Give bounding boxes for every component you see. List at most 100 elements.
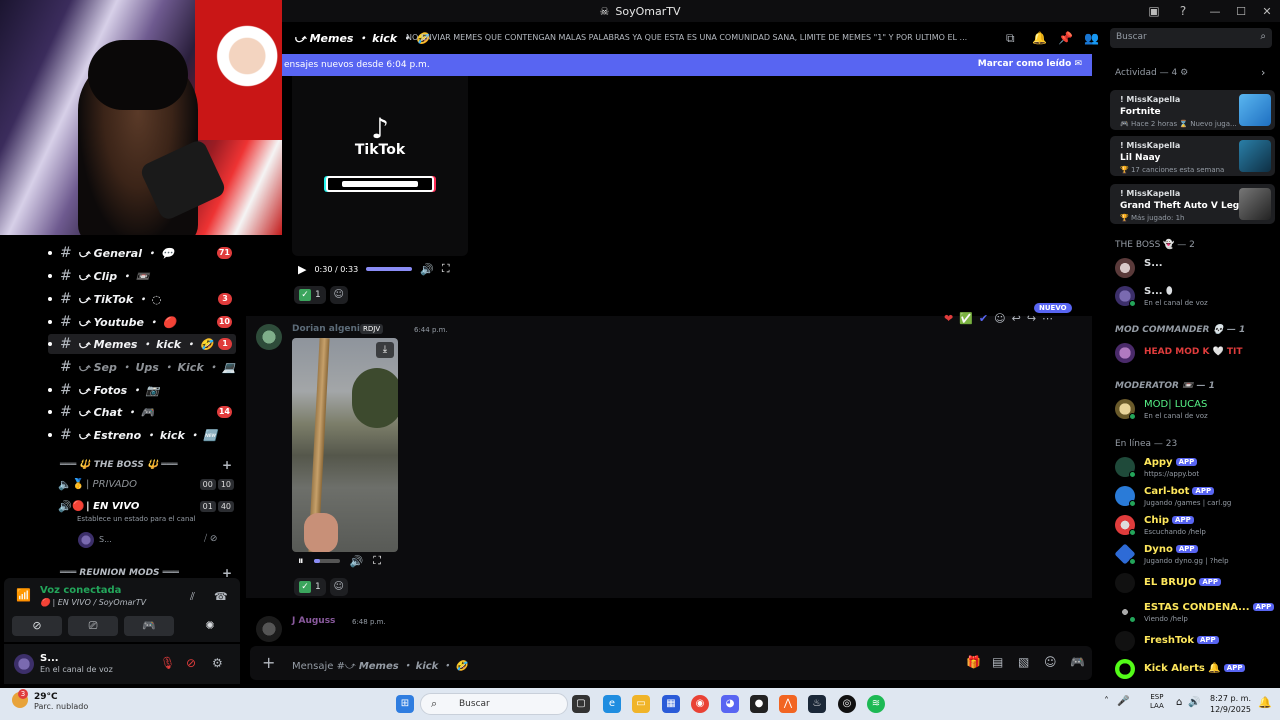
clock[interactable]: 8:27 p. m. 12/9/2025 [1210, 693, 1251, 715]
more-icon[interactable]: ⋯ [1042, 312, 1053, 325]
member-item[interactable]: EL BRUJO APP [1115, 571, 1277, 597]
volume-icon[interactable]: 🔊 [420, 263, 434, 276]
tiktok-embed[interactable]: ♪ TikTok [292, 76, 468, 256]
app-icon[interactable]: ⋀ [779, 695, 797, 713]
activity-button[interactable]: 🎮 [124, 616, 174, 636]
apps-icon[interactable]: 🎮 [1070, 655, 1085, 669]
voice-channel-path[interactable]: 🔴 | EN VIVO / SoyOmarTV [40, 598, 146, 607]
steam-icon[interactable]: ♨ [808, 695, 826, 713]
voice-channel-privado[interactable]: 🔈 🥇 | PRIVADO 00 10 [58, 475, 236, 493]
seek-bar[interactable] [366, 267, 413, 271]
forward-icon[interactable]: ↪ [1027, 312, 1036, 325]
emoji-icon[interactable]: ☺ [1044, 655, 1057, 669]
channel-clip[interactable]: # ⤻ Clip ・ 📼 [48, 266, 236, 286]
member-item[interactable]: S... [1115, 256, 1277, 282]
activity-card[interactable]: ! MissKapella Grand Theft Auto V Legacy … [1110, 184, 1275, 224]
obs-icon[interactable]: ● [750, 695, 768, 713]
screen-share-button[interactable]: ⎚ [68, 616, 118, 636]
disconnect-icon[interactable]: ☎ [214, 590, 228, 603]
language-indicator[interactable]: ESP LAA [1150, 693, 1164, 711]
pin-icon[interactable]: 📌 [1058, 31, 1073, 45]
voice-user-avatar[interactable] [78, 532, 94, 548]
channel-sep-ups[interactable]: # ⤻ Sep ・ Ups ・ Kick ・ 💻 [48, 357, 236, 377]
channel-general[interactable]: # ⤻ General ・ 💬 71 [48, 243, 236, 263]
download-icon[interactable]: ⤓ [376, 342, 394, 358]
channel-tiktok[interactable]: # ⤻ TikTok ・ ◌ 3 [48, 289, 236, 309]
member-item[interactable]: Chip APP Escuchando /help [1115, 513, 1277, 539]
category-the-boss[interactable]: ═══ 🔱 THE BOSS 🔱 ═══ + [60, 458, 232, 472]
store-icon[interactable]: ▦ [662, 695, 680, 713]
noise-suppression-icon[interactable]: ⫽ [190, 590, 195, 604]
activity-card[interactable]: ! MissKapella Lil Naay 🏆 17 canciones es… [1110, 136, 1275, 176]
notification-bell-icon[interactable]: 🔔 [1258, 696, 1272, 709]
voice-user-name[interactable]: S... [99, 535, 112, 544]
category-reunion-mods[interactable]: ═══ REUNION MODS ═══ + [60, 566, 232, 580]
member-item[interactable]: S... ⬮ En el canal de voz [1115, 284, 1277, 310]
fullscreen-icon[interactable]: ⛶ [373, 554, 381, 568]
reaction-check[interactable]: ✓ 1 [294, 578, 326, 596]
volume-icon[interactable]: 🔊 [350, 555, 364, 568]
chevron-up-icon[interactable]: ˄ [1104, 696, 1109, 707]
voice-channel-en-vivo[interactable]: 🔊 🔴 | EN VIVO 01 40 [58, 497, 236, 515]
chevron-right-icon[interactable]: › [1261, 66, 1265, 79]
status-hint[interactable]: Establece un estado para el canal [77, 515, 196, 523]
edge-icon[interactable]: e [603, 695, 621, 713]
add-reaction-icon[interactable]: ☺ [994, 312, 1005, 325]
search-input[interactable]: Buscar ⌕ [1110, 28, 1272, 48]
member-item[interactable]: Carl-bot APP Jugando /games | carl.gg [1115, 484, 1277, 510]
soundboard-button[interactable]: ✺ [180, 616, 240, 636]
add-reaction-icon[interactable]: ☺ [329, 286, 348, 304]
deafen-icon[interactable]: ⊘ [186, 656, 196, 670]
voice-status[interactable]: Voz conectada [40, 585, 121, 596]
channel-memes[interactable]: # ⤻ Memes ・ kick ・ 🤣 1 [48, 334, 236, 354]
verified-reaction-icon[interactable]: ✔ [979, 312, 988, 325]
minimize-button[interactable]: — [1202, 5, 1228, 18]
help-icon[interactable]: ? [1164, 4, 1202, 18]
reaction-check[interactable]: ✓ 1 [294, 286, 326, 304]
new-messages-bar[interactable]: ensajes nuevos desde 6:04 p.m. Marcar co… [282, 54, 1092, 76]
username[interactable]: S... [40, 653, 59, 664]
member-item[interactable]: HEAD MOD K 🤍 TIT [1115, 341, 1277, 367]
gif-icon[interactable]: ▤ [992, 655, 1003, 669]
close-button[interactable]: ✕ [1254, 5, 1280, 18]
author-name[interactable]: Dorian algenis [292, 324, 365, 334]
member-item[interactable]: MOD| LUCAS En el canal de voz [1115, 397, 1277, 423]
heart-reaction-icon[interactable]: ❤ [944, 312, 953, 325]
inbox-icon[interactable]: ▣ [1144, 4, 1164, 18]
weather-widget[interactable]: 29°C Parc. nublado [34, 692, 88, 711]
reply-icon[interactable]: ↩ [1012, 312, 1021, 325]
settings-gear-icon[interactable]: ⚙ [212, 656, 223, 670]
chrome-icon[interactable]: ◉ [691, 695, 709, 713]
play-icon[interactable]: ▶ [298, 263, 306, 276]
task-view-icon[interactable]: ▢ [572, 695, 590, 713]
author-avatar[interactable] [256, 324, 282, 350]
video-attachment[interactable]: ⤓ [292, 338, 398, 552]
settings-gear-icon[interactable]: ⚙ [1180, 68, 1188, 78]
mic-muted-icon[interactable]: 🎙 [160, 656, 175, 670]
message-input[interactable]: Mensaje #⤻ Memes ・ kick ・ 🤣 [292, 657, 468, 672]
member-item[interactable]: ESTAS CONDENA... APP Viendo /help [1115, 600, 1277, 626]
activity-card[interactable]: ! MissKapella Fortnite 🎮 Hace 2 horas ⌛ … [1110, 90, 1275, 130]
channel-youtube[interactable]: # ⤻ Youtube ・ 🔴 10 [48, 312, 236, 332]
fullscreen-icon[interactable]: ⛶ [442, 262, 450, 276]
attach-plus-icon[interactable]: + [262, 653, 275, 672]
quick-settings[interactable]: ⌂ 🔊 [1176, 697, 1201, 708]
channel-fotos[interactable]: # ⤻ Fotos ・ 📷 [48, 380, 236, 400]
user-avatar[interactable] [14, 654, 34, 674]
check-reaction-icon[interactable]: ✅ [959, 312, 973, 325]
channel-topic[interactable]: NO ENVIAR MEMES QUE CONTENGAN MALAS PALA… [406, 33, 996, 42]
member-list-icon[interactable]: 👥 [1084, 31, 1099, 45]
notification-bell-icon[interactable]: 🔔 [1032, 31, 1047, 45]
author-name[interactable]: J Auguss [292, 616, 335, 626]
sticker-icon[interactable]: ▧ [1018, 655, 1029, 669]
pause-icon[interactable]: ⏸ [298, 554, 304, 568]
camera-off-button[interactable]: ⊘ [12, 616, 62, 636]
member-item[interactable]: Appy APP https://appy.bot [1115, 455, 1277, 481]
app-icon[interactable]: ◎ [838, 695, 856, 713]
gift-icon[interactable]: 🎁 [966, 655, 981, 669]
member-item[interactable]: Dyno APP Jugando dyno.gg | ?help [1114, 542, 1277, 568]
add-reaction-icon[interactable]: ☺ [329, 578, 348, 596]
seek-bar[interactable] [313, 559, 340, 563]
discord-icon[interactable]: ◕ [721, 695, 739, 713]
member-item[interactable]: Kick Alerts 🔔 APP [1115, 657, 1277, 683]
